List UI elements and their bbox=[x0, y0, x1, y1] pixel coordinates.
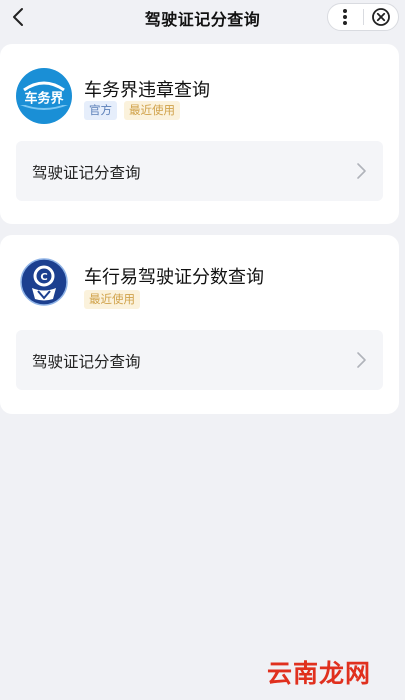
service-name: 车务界违章查询 bbox=[84, 80, 210, 101]
service-card-chewujie: 车务界 车务界违章查询 官方 最近使用 驾驶证记分查询 bbox=[0, 44, 399, 224]
close-button[interactable] bbox=[364, 4, 399, 30]
chewujie-logo: 车务界 bbox=[16, 68, 72, 124]
chexingyi-logo: C bbox=[20, 257, 68, 307]
official-badge: 官方 bbox=[84, 101, 117, 120]
entry-label: 驾驶证记分查询 bbox=[32, 164, 141, 182]
chewujie-logo-text: 车务界 bbox=[24, 91, 63, 107]
service-name: 车行易驾驶证分数查询 bbox=[84, 267, 264, 288]
more-button[interactable] bbox=[328, 4, 363, 30]
mini-program-capsule bbox=[327, 3, 399, 31]
more-vertical-icon bbox=[343, 9, 348, 25]
chevron-right-icon bbox=[357, 163, 366, 179]
service-card-chexingyi: C 车行易驾驶证分数查询 最近使用 驾驶证记分查询 bbox=[0, 235, 399, 414]
chevron-right-icon bbox=[357, 352, 366, 368]
entry-label: 驾驶证记分查询 bbox=[32, 353, 141, 371]
entry-row-score-query[interactable]: 驾驶证记分查询 bbox=[16, 330, 383, 390]
recent-use-badge: 最近使用 bbox=[124, 101, 180, 120]
watermark: 云南龙网 bbox=[266, 659, 371, 688]
nav-bar: 驾驶证记分查询 bbox=[0, 0, 405, 34]
entry-row-score-query[interactable]: 驾驶证记分查询 bbox=[16, 141, 383, 201]
recent-use-badge: 最近使用 bbox=[84, 290, 140, 309]
close-circle-icon bbox=[371, 8, 390, 26]
svg-text:C: C bbox=[40, 272, 47, 283]
